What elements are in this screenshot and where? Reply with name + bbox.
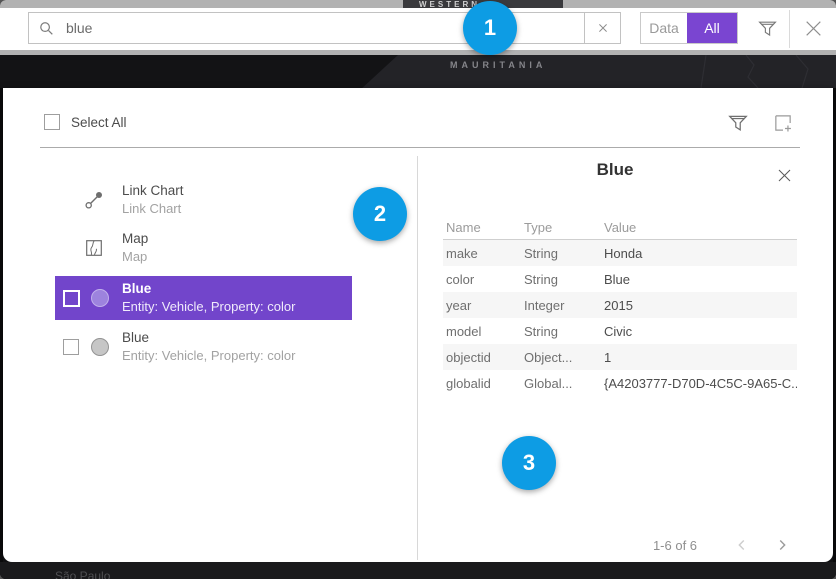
pagination-label: 1-6 of 6 xyxy=(640,538,710,553)
toggle-option-all[interactable]: All xyxy=(687,13,737,43)
search-toolbar: Data All xyxy=(0,8,836,50)
filter-icon xyxy=(728,113,748,133)
attr-value: 2015 xyxy=(601,298,797,313)
search-results-panel: Select All Link Chart Link Chart xyxy=(3,88,833,562)
map-label-city: São Paulo xyxy=(55,569,110,579)
attr-value: 1 xyxy=(601,350,797,365)
attr-value: Honda xyxy=(601,246,797,261)
close-icon xyxy=(803,18,824,39)
chevron-right-icon xyxy=(774,537,790,553)
map-bottom-strip: São Paulo xyxy=(0,562,836,579)
attr-type: Global... xyxy=(521,376,601,391)
attr-value: Blue xyxy=(601,272,797,287)
close-icon xyxy=(776,167,793,184)
map-ocean-area xyxy=(0,55,398,88)
attr-type: String xyxy=(521,324,601,339)
toggle-option-data[interactable]: Data xyxy=(641,13,687,43)
attr-type: String xyxy=(521,272,601,287)
attr-name: model xyxy=(443,324,521,339)
filter-icon xyxy=(758,19,777,38)
add-to-selection-button[interactable] xyxy=(769,109,797,137)
result-title: Link Chart xyxy=(122,182,184,200)
toolbar-filter-button[interactable] xyxy=(754,14,780,42)
attr-name: year xyxy=(443,298,521,313)
detail-title: Blue xyxy=(440,160,790,180)
result-subtitle: Entity: Vehicle, Property: color xyxy=(122,298,295,315)
map-edge-top: WESTERN xyxy=(0,0,836,8)
add-selection-icon xyxy=(772,112,794,134)
map-label-western: WESTERN xyxy=(419,0,480,8)
result-item-blue-selected[interactable]: Blue Entity: Vehicle, Property: color xyxy=(55,276,352,320)
prev-page-button[interactable] xyxy=(729,532,755,558)
scope-toggle: Data All xyxy=(640,12,738,44)
detail-close-button[interactable] xyxy=(771,162,797,188)
attr-type: Object... xyxy=(521,350,601,365)
result-subtitle: Link Chart xyxy=(122,200,184,217)
next-page-button[interactable] xyxy=(769,532,795,558)
attr-name: objectid xyxy=(443,350,521,365)
map-border-lines xyxy=(496,55,836,88)
attr-type: Integer xyxy=(521,298,601,313)
annotation-badge-1: 1 xyxy=(463,1,517,55)
table-row: model String Civic xyxy=(443,318,797,344)
chevron-left-icon xyxy=(734,537,750,553)
table-row: year Integer 2015 xyxy=(443,292,797,318)
column-header-value: Value xyxy=(601,220,797,235)
map-background: MAURITANIA xyxy=(0,55,836,88)
panel-divider xyxy=(417,156,418,560)
map-icon xyxy=(84,238,104,258)
column-header-type: Type xyxy=(521,220,601,235)
link-chart-icon xyxy=(84,190,104,210)
attr-name: color xyxy=(443,272,521,287)
close-search-button[interactable] xyxy=(798,12,828,44)
result-checkbox[interactable] xyxy=(63,290,80,307)
result-title: Map xyxy=(122,230,148,248)
results-filter-button[interactable] xyxy=(725,110,751,136)
results-header-divider xyxy=(40,147,800,148)
clear-icon xyxy=(597,22,609,34)
table-row: objectid Object... 1 xyxy=(443,344,797,370)
result-item-link-chart[interactable]: Link Chart Link Chart xyxy=(55,178,352,222)
app-window: WESTERN Data All xyxy=(0,0,836,579)
attr-value: {A4203777-D70D-4C5C-9A65-C... xyxy=(601,376,797,391)
result-item-blue[interactable]: Blue Entity: Vehicle, Property: color xyxy=(55,325,352,369)
entity-circle-icon xyxy=(91,338,109,356)
result-subtitle: Map xyxy=(122,248,148,265)
result-subtitle: Entity: Vehicle, Property: color xyxy=(122,347,295,364)
annotation-badge-2: 2 xyxy=(353,187,407,241)
attr-value: Civic xyxy=(601,324,797,339)
table-row: globalid Global... {A4203777-D70D-4C5C-9… xyxy=(443,370,797,396)
table-row: color String Blue xyxy=(443,266,797,292)
search-input[interactable] xyxy=(66,20,506,36)
table-header-row: Name Type Value xyxy=(443,216,797,240)
entity-circle-icon xyxy=(91,289,109,307)
result-title: Blue xyxy=(122,280,295,298)
attr-name: globalid xyxy=(443,376,521,391)
result-checkbox[interactable] xyxy=(63,339,79,355)
attr-name: make xyxy=(443,246,521,261)
toolbar-divider xyxy=(789,10,790,48)
result-item-map[interactable]: Map Map xyxy=(55,226,352,270)
table-row: make String Honda xyxy=(443,240,797,266)
clear-search-button[interactable] xyxy=(584,12,621,44)
select-all-label: Select All xyxy=(71,115,127,130)
select-all-checkbox[interactable] xyxy=(44,114,60,130)
column-header-name: Name xyxy=(443,220,521,235)
attr-type: String xyxy=(521,246,601,261)
attribute-table: Name Type Value make String Honda color … xyxy=(443,216,797,396)
annotation-badge-3: 3 xyxy=(502,436,556,490)
result-title: Blue xyxy=(122,329,295,347)
search-icon xyxy=(39,21,54,36)
